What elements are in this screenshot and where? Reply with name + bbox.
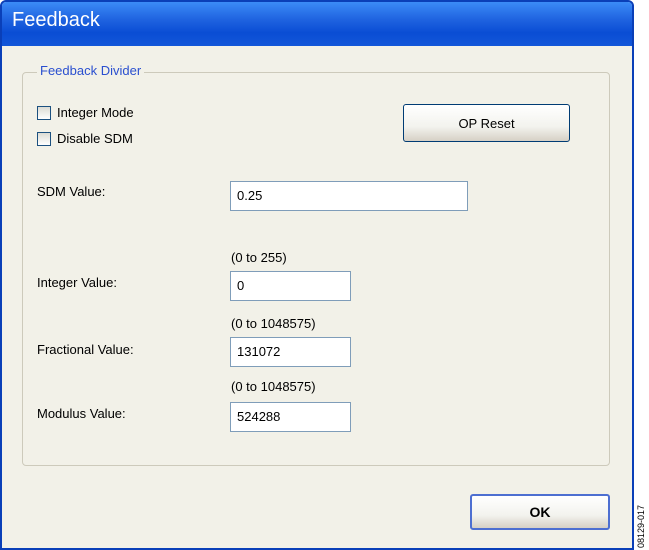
group-title: Feedback Divider: [37, 63, 145, 78]
sdm-value-label: SDM Value:: [37, 184, 106, 199]
integer-range-hint: (0 to 255): [231, 250, 287, 265]
figure-id: 08129-017: [636, 504, 646, 548]
sdm-value-field[interactable]: 0.25: [230, 181, 468, 211]
modulus-range-hint: (0 to 1048575): [231, 379, 316, 394]
integer-value-label: Integer Value:: [37, 275, 117, 290]
fractional-value-label: Fractional Value:: [37, 342, 134, 357]
integer-value-field[interactable]: 0: [230, 271, 351, 301]
fractional-range-hint: (0 to 1048575): [231, 316, 316, 331]
integer-mode-label: Integer Mode: [57, 105, 134, 120]
window-title: Feedback: [12, 9, 100, 31]
op-reset-button[interactable]: OP Reset: [403, 104, 570, 142]
fractional-value-field[interactable]: 131072: [230, 337, 351, 367]
disable-sdm-checkbox[interactable]: Disable SDM: [37, 131, 133, 146]
integer-mode-checkbox[interactable]: Integer Mode: [37, 105, 134, 120]
modulus-value-field[interactable]: 524288: [230, 402, 351, 432]
ok-button[interactable]: OK: [470, 494, 610, 530]
integer-mode-box[interactable]: [37, 105, 51, 120]
modulus-value-label: Modulus Value:: [37, 406, 126, 421]
disable-sdm-label: Disable SDM: [57, 131, 133, 146]
disable-sdm-box[interactable]: [37, 131, 51, 146]
title-bar[interactable]: Feedback: [2, 2, 632, 46]
